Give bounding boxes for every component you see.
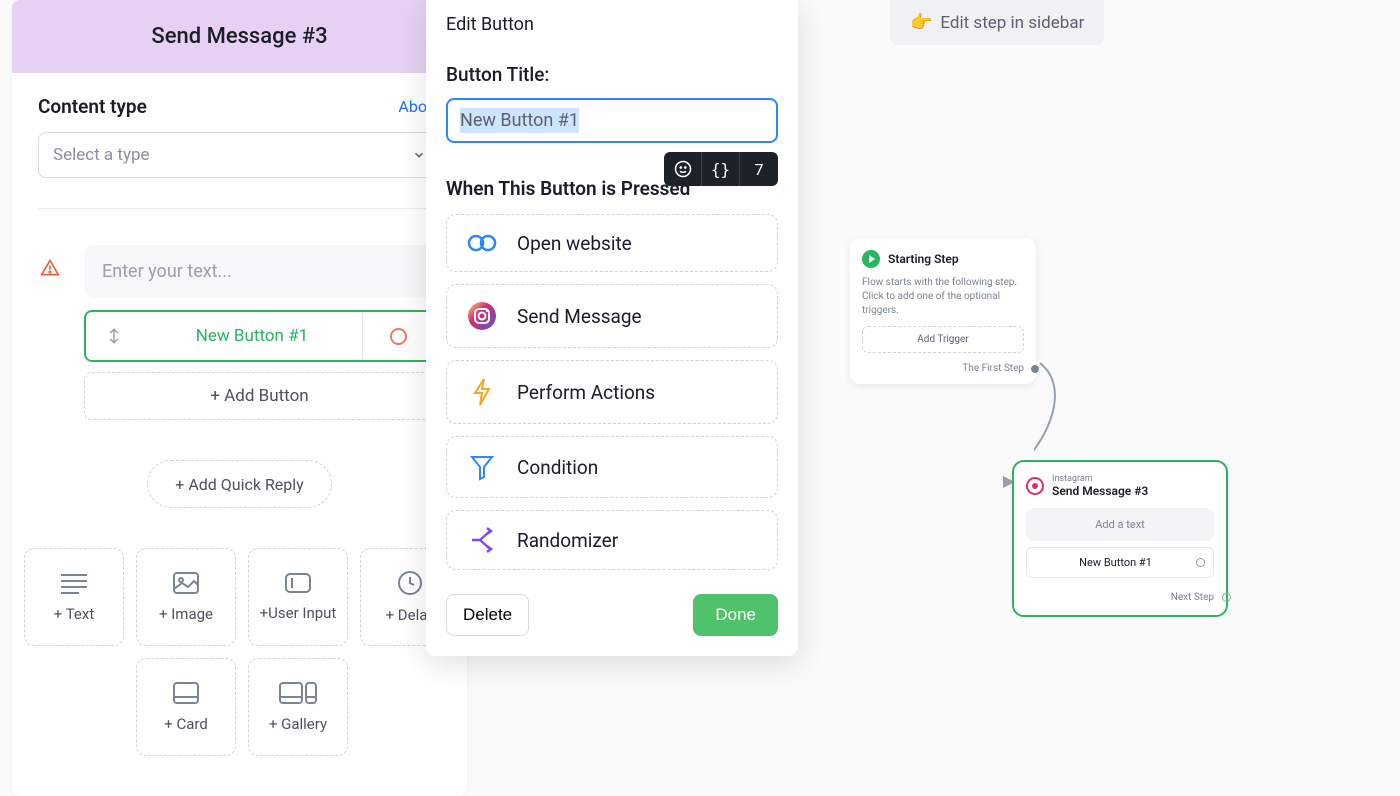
tool-label: +User Input bbox=[260, 604, 337, 622]
done-button[interactable]: Done bbox=[693, 594, 778, 636]
sidebar-title: Send Message #3 bbox=[12, 0, 467, 73]
tool-image[interactable]: + Image bbox=[136, 548, 236, 646]
action-open-website[interactable]: Open website bbox=[446, 214, 778, 272]
tool-label: + Image bbox=[159, 605, 213, 623]
funnel-icon bbox=[465, 453, 499, 481]
node-kicker: Instagram bbox=[1052, 474, 1148, 484]
bolt-icon bbox=[465, 377, 499, 407]
button-label: New Button #1 bbox=[142, 312, 363, 360]
card-icon bbox=[172, 681, 200, 705]
tool-user-input[interactable]: +User Input bbox=[248, 548, 348, 646]
text-lines-icon bbox=[59, 571, 89, 595]
node-desc: Flow starts with the following step. Cli… bbox=[862, 276, 1024, 318]
instagram-icon bbox=[1026, 477, 1044, 495]
braces-icon[interactable]: {} bbox=[702, 152, 740, 186]
action-label: Send Message bbox=[517, 305, 642, 328]
pointing-hand-icon: 👉 bbox=[910, 12, 932, 33]
input-toolbar: {} 7 bbox=[664, 152, 778, 186]
tool-card[interactable]: + Card bbox=[136, 658, 236, 756]
tool-grid: + Text + Image +User Input + Delay + Car… bbox=[24, 548, 464, 756]
node-title: Send Message #3 bbox=[1052, 484, 1148, 498]
button-title-label: Button Title: bbox=[446, 63, 778, 86]
link-icon bbox=[465, 231, 499, 255]
drag-handle-icon[interactable] bbox=[86, 312, 142, 360]
delete-button[interactable]: Delete bbox=[446, 594, 529, 636]
tool-label: + Text bbox=[54, 605, 94, 623]
node-textbox[interactable]: Add a text bbox=[1026, 508, 1214, 541]
canvas-hint[interactable]: 👉 Edit step in sidebar bbox=[890, 0, 1104, 45]
text-input-placeholder[interactable]: Enter your text... bbox=[84, 245, 435, 298]
play-icon bbox=[862, 250, 880, 268]
content-type-select[interactable]: Select a type bbox=[38, 132, 441, 178]
emoji-icon[interactable] bbox=[664, 152, 702, 186]
edit-panel-title: Edit Button bbox=[446, 14, 778, 35]
canvas-hint-label: Edit step in sidebar bbox=[940, 13, 1084, 33]
action-send-message[interactable]: Send Message bbox=[446, 284, 778, 348]
node-send-message[interactable]: Instagram Send Message #3 Add a text New… bbox=[1012, 460, 1228, 617]
chevron-down-icon bbox=[412, 148, 426, 162]
add-quick-reply[interactable]: + Add Quick Reply bbox=[147, 460, 332, 508]
instagram-icon bbox=[465, 301, 499, 331]
gallery-icon bbox=[278, 681, 318, 705]
content-type-label: Content type bbox=[38, 95, 147, 118]
node-button-pill[interactable]: New Button #1 bbox=[1026, 547, 1214, 578]
next-step-label: Next Step bbox=[1026, 592, 1214, 603]
node-starting-step[interactable]: Starting Step Flow starts with the follo… bbox=[850, 238, 1036, 384]
edit-button-panel: Edit Button Button Title: New Button #1 … bbox=[426, 0, 798, 656]
button-title-value: New Button #1 bbox=[460, 108, 579, 133]
shuffle-icon bbox=[465, 527, 499, 553]
tool-label: + Gallery bbox=[269, 715, 327, 733]
button-port[interactable] bbox=[1196, 558, 1205, 567]
button-title-input[interactable]: New Button #1 bbox=[446, 98, 778, 143]
tool-text[interactable]: + Text bbox=[24, 548, 124, 646]
node-button-label: New Button #1 bbox=[1035, 556, 1196, 569]
add-trigger-button[interactable]: Add Trigger bbox=[862, 326, 1024, 353]
action-label: Randomizer bbox=[517, 529, 618, 552]
output-port[interactable] bbox=[1222, 593, 1231, 602]
button-row[interactable]: New Button #1 bbox=[84, 310, 435, 362]
node-title: Starting Step bbox=[888, 252, 959, 266]
action-condition[interactable]: Condition bbox=[446, 436, 778, 498]
action-randomizer[interactable]: Randomizer bbox=[446, 510, 778, 570]
action-perform-actions[interactable]: Perform Actions bbox=[446, 360, 778, 424]
input-icon bbox=[284, 572, 312, 594]
action-label: Condition bbox=[517, 456, 598, 479]
first-step-label: The First Step bbox=[862, 363, 1024, 374]
warning-icon bbox=[40, 258, 60, 278]
button-port[interactable] bbox=[363, 312, 433, 360]
image-icon bbox=[172, 571, 200, 595]
tool-gallery[interactable]: + Gallery bbox=[248, 658, 348, 756]
add-button[interactable]: + Add Button bbox=[84, 372, 435, 420]
clock-icon bbox=[397, 570, 423, 596]
char-count: 7 bbox=[740, 152, 778, 186]
action-label: Open website bbox=[517, 232, 632, 255]
action-label: Perform Actions bbox=[517, 381, 655, 404]
select-placeholder: Select a type bbox=[53, 145, 150, 165]
tool-label: + Card bbox=[164, 715, 208, 733]
